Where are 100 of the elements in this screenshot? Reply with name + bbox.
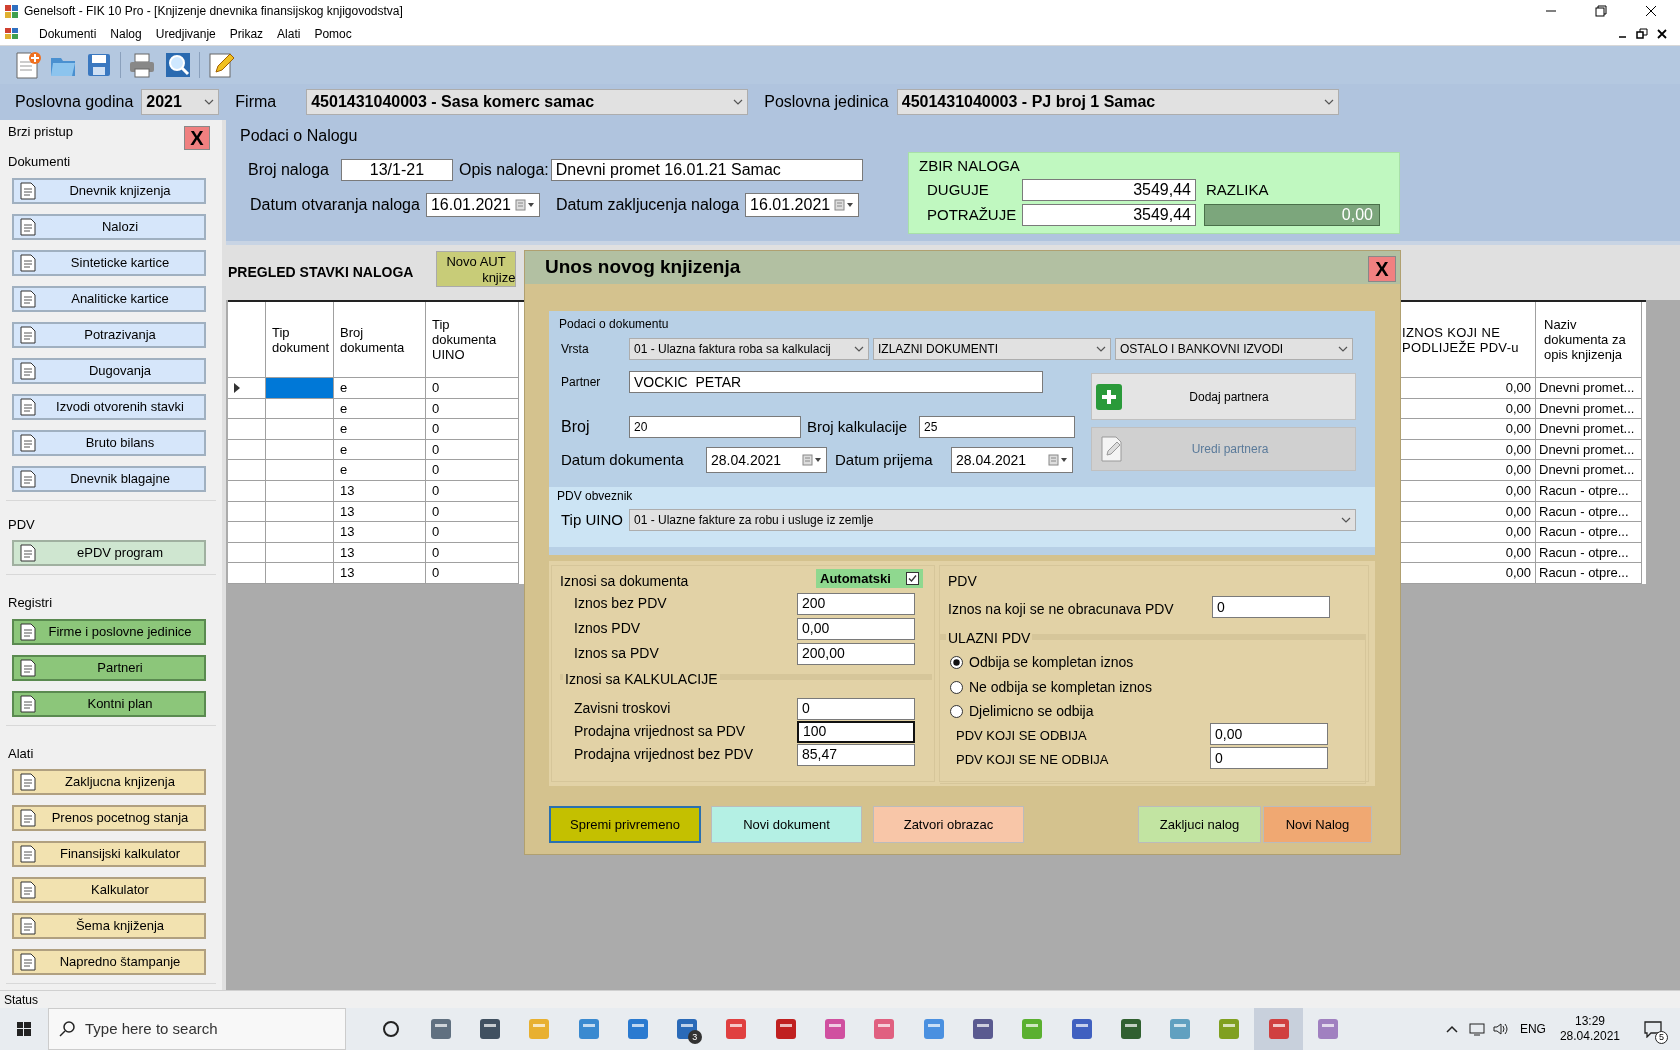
date-picker[interactable]: 28.04.2021 xyxy=(951,447,1073,473)
add-partner-button[interactable]: Dodaj partnera xyxy=(1091,373,1356,420)
sidebar-item[interactable]: Napredno štampanje xyxy=(12,949,206,975)
language-indicator[interactable]: ENG xyxy=(1519,1020,1546,1038)
document-icon xyxy=(18,544,38,562)
table-cell: e xyxy=(334,378,426,398)
sidebar-item[interactable]: Dugovanja xyxy=(12,357,206,384)
input-field[interactable]: 25 xyxy=(919,416,1075,438)
dialog-button[interactable]: Zatvori obrazac xyxy=(873,806,1024,843)
field-label: Vrsta xyxy=(561,341,590,358)
sidebar-item[interactable]: Šema knjiženja xyxy=(12,913,206,939)
document-group-dropdown[interactable]: IZLAZNI DOKUMENTI xyxy=(873,338,1111,360)
menu-item[interactable]: Alati xyxy=(270,24,308,43)
field-label: Broj xyxy=(561,417,591,437)
radio-option[interactable]: Ne odbija se kompletan iznos xyxy=(950,676,1152,698)
app-icon xyxy=(1266,1017,1291,1041)
date-picker[interactable]: 28.04.2021 xyxy=(706,447,827,473)
menu-item[interactable]: Uredjivanje xyxy=(148,24,223,43)
sidebar-item[interactable]: Nalozi xyxy=(12,213,206,240)
menu-item[interactable]: Dokumenti xyxy=(32,24,104,43)
table-cell: Dnevni promet... xyxy=(1536,460,1642,480)
document-icon xyxy=(18,289,38,308)
printer-icon xyxy=(127,50,157,80)
input-field[interactable]: VOCKIC PETAR xyxy=(629,371,1043,393)
group-title: Alati xyxy=(7,744,35,763)
sidebar-item[interactable]: Dnevnik knjizenja xyxy=(12,177,206,204)
auto-posting-button[interactable]: Novo AUT knjize xyxy=(436,251,517,287)
calendar-dropdown-icon xyxy=(802,454,822,466)
clock-date[interactable]: 28.04.2021 xyxy=(1559,1029,1620,1044)
date-picker[interactable]: 16.01.2021 xyxy=(745,193,860,217)
sidebar-item[interactable]: Firme i poslovne jedinice xyxy=(12,618,206,645)
input-field[interactable]: 13/1-21 xyxy=(340,159,453,181)
clock-time[interactable]: 13:29 xyxy=(1574,1014,1605,1029)
input-field[interactable]: 0 xyxy=(797,697,915,720)
table-cell: 0 xyxy=(426,542,519,563)
field-label: Partner xyxy=(561,374,602,391)
field-label: Iznos sa PDV xyxy=(574,644,659,663)
sidebar-item[interactable]: Kontni plan xyxy=(12,690,206,717)
sidebar-item[interactable]: Potrazivanja xyxy=(12,321,206,348)
dialog-button[interactable]: Zakljuci nalog xyxy=(1138,806,1261,843)
menu-item[interactable]: Pomoc xyxy=(307,24,359,43)
input-field[interactable]: 20 xyxy=(629,416,801,438)
radio-option[interactable]: Odbija se kompletan iznos xyxy=(950,652,1134,673)
uino-type-dropdown[interactable]: 01 - Ulazne fakture za robu i usluge iz zemlje xyxy=(629,509,1356,532)
radio-option[interactable]: Djelimicno se odbija xyxy=(950,701,1094,722)
automatic-checkbox[interactable]: Automatski xyxy=(816,569,923,588)
group-title: Podaci o dokumentu xyxy=(559,316,669,333)
input-field[interactable]: 200 xyxy=(797,592,915,615)
date-picker[interactable]: 16.01.2021 xyxy=(425,193,540,217)
sidebar-item[interactable]: Sinteticke kartice xyxy=(12,249,206,276)
table-cell: Racun - otpre... xyxy=(1536,501,1642,522)
unit-dropdown[interactable]: 4501431040003 - PJ broj 1 Samac xyxy=(896,89,1339,115)
table-cell: 0 xyxy=(426,563,519,583)
field-label: POTRAŽUJE xyxy=(927,205,1018,225)
app-icon xyxy=(773,1017,798,1041)
dialog-button[interactable]: Spremi privremeno xyxy=(549,806,701,843)
checkbox-checked-icon xyxy=(906,572,919,585)
document-type-dropdown[interactable]: 01 - Ulazna faktura roba sa kalkulacij xyxy=(629,338,869,360)
sidebar-item[interactable]: Analiticke kartice xyxy=(12,285,206,312)
sidebar-item[interactable]: Izvodi otvorenih stavki xyxy=(12,393,206,420)
sidebar-item[interactable]: Kalkulator xyxy=(12,877,206,903)
close-button[interactable]: X xyxy=(184,126,210,150)
input-field[interactable]: 100 xyxy=(797,720,915,743)
menu-item[interactable]: Nalog xyxy=(103,24,149,43)
app-icon xyxy=(675,1017,700,1041)
input-field[interactable]: 85,47 xyxy=(797,743,915,766)
dialog-button[interactable]: Novi dokument xyxy=(711,806,862,843)
sidebar-item[interactable]: Partneri xyxy=(12,654,206,681)
field-label: Firma xyxy=(235,92,277,112)
document-subgroup-dropdown[interactable]: OSTALO I BANKOVNI IZVODI xyxy=(1115,338,1353,360)
sidebar-item[interactable]: Dnevnik blagajne xyxy=(12,465,206,492)
sidebar-item[interactable]: Bruto bilans xyxy=(12,429,206,456)
restore-icon xyxy=(1594,4,1608,18)
sidebar-item[interactable]: Zakljucna knjizenja xyxy=(12,769,206,795)
sidebar-item[interactable]: ePDV program xyxy=(12,540,206,566)
sidebar-item[interactable]: Prenos pocetnog stanja xyxy=(12,805,206,831)
dialog-button[interactable]: Novi Nalog xyxy=(1263,806,1372,843)
close-button[interactable]: X xyxy=(1368,255,1396,282)
search-field[interactable]: Type here to search xyxy=(48,1008,346,1050)
group-title: PDV xyxy=(948,572,977,591)
table-cell: 13 xyxy=(334,480,426,501)
input-field[interactable]: 0,00 xyxy=(797,617,915,640)
input-field[interactable]: 0 xyxy=(1210,747,1328,769)
field-label: Poslovna godina xyxy=(15,92,134,112)
input-field[interactable]: 0 xyxy=(1212,596,1330,618)
app-icon xyxy=(1217,1017,1242,1041)
speaker-icon xyxy=(1491,1021,1510,1037)
year-dropdown[interactable]: 2021 xyxy=(141,89,220,115)
app-icon xyxy=(1118,1017,1143,1041)
input-field[interactable]: 200,00 xyxy=(797,642,915,665)
app-icon xyxy=(872,1017,897,1041)
sidebar-item[interactable]: Finansijski kalkulator xyxy=(12,841,206,867)
input-field[interactable]: Dnevni promet 16.01.21 Samac xyxy=(550,159,863,181)
close-icon xyxy=(1656,27,1668,40)
amount-field: 3549,44 xyxy=(1022,178,1196,201)
table-cell: Dnevni promet... xyxy=(1536,378,1642,398)
minimize-icon xyxy=(1619,35,1626,38)
input-field[interactable]: 0,00 xyxy=(1210,723,1328,745)
menu-item[interactable]: Prikaz xyxy=(222,24,271,43)
firm-dropdown[interactable]: 4501431040003 - Sasa komerc samac xyxy=(306,89,749,115)
